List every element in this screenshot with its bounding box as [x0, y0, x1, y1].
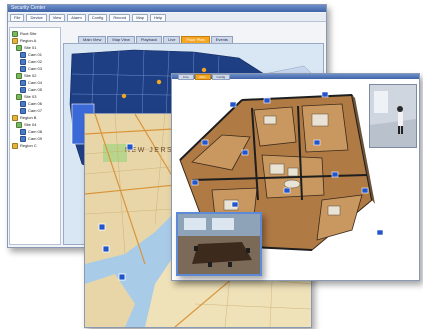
live-camera-feed	[370, 85, 416, 147]
toolbar-button-file[interactable]: File	[10, 14, 25, 22]
camera-icon	[20, 107, 26, 114]
camera-icon[interactable]	[201, 139, 209, 146]
site-icon	[16, 93, 22, 100]
tree-node-label: Site 01	[24, 45, 37, 50]
tree-node[interactable]: Cam 08	[12, 128, 58, 135]
tree-node-label: Cam 07	[28, 108, 43, 113]
tree-node-label: Site 02	[24, 73, 37, 78]
toolbar-button-record[interactable]: Record	[109, 14, 131, 22]
console-toolbar: File Device View Alarm Config Record Map Help	[8, 13, 326, 22]
toolbar-button-alarm[interactable]: Alarm	[67, 14, 86, 22]
site-icon	[12, 30, 18, 37]
console-title: Security Center	[8, 5, 326, 12]
tree-node[interactable]: Cam 05	[12, 86, 58, 93]
map-marker	[156, 79, 162, 85]
tree-node-label: Cam 03	[28, 66, 43, 71]
camera-icon[interactable]	[313, 139, 321, 146]
camera-icon[interactable]	[321, 91, 329, 98]
camera-icon[interactable]	[361, 187, 369, 194]
camera-marker	[102, 245, 110, 253]
camera-icon[interactable]	[331, 171, 339, 178]
canvas: { "back_window": { "title": "Security Ce…	[0, 0, 423, 329]
camera-icon[interactable]	[191, 179, 199, 186]
live-camera-panel[interactable]	[369, 84, 417, 148]
tree-node[interactable]: Cam 02	[12, 58, 58, 65]
tree-node-label: Cam 08	[28, 129, 43, 134]
tree-node-label: Site 03	[24, 94, 37, 99]
folder-icon	[12, 37, 18, 44]
tree-node[interactable]: Cam 07	[12, 107, 58, 114]
tree-node-label: Region A	[20, 38, 37, 43]
tree-node-label: Cam 05	[28, 87, 43, 92]
folder-icon	[12, 142, 18, 149]
camera-icon	[20, 100, 26, 107]
camera-icon	[20, 86, 26, 93]
camera-icon[interactable]	[231, 201, 239, 208]
camera-icon	[20, 51, 26, 58]
toolbar-button-device[interactable]: Device	[26, 14, 47, 22]
tree-node[interactable]: Region A	[12, 37, 58, 44]
tree-node[interactable]: Cam 04	[12, 79, 58, 86]
camera-marker	[126, 143, 134, 151]
video-window	[176, 212, 262, 276]
tree-node[interactable]: Cam 01	[12, 51, 58, 58]
toolbar-button-config[interactable]: Config	[87, 14, 108, 22]
tree-node-label: Site 04	[24, 122, 37, 127]
camera-icon	[20, 65, 26, 72]
tree-node[interactable]: Root Site	[12, 30, 58, 37]
camera-icon[interactable]	[229, 101, 237, 108]
map-marker	[201, 67, 207, 73]
tree-node-label: Cam 06	[28, 101, 43, 106]
tree-node[interactable]: Region B	[12, 114, 58, 121]
tree-node[interactable]: Cam 06	[12, 100, 58, 107]
camera-icon[interactable]	[376, 229, 384, 236]
tree-node-label: Cam 01	[28, 52, 43, 57]
tree-node-label: Root Site	[20, 31, 37, 36]
tree-node-label: Cam 04	[28, 80, 43, 85]
site-icon	[16, 121, 22, 128]
tree-node-label: Region C	[20, 143, 37, 148]
video-feed[interactable]	[178, 214, 260, 274]
tree-node-label: Region B	[20, 115, 37, 120]
camera-icon	[20, 58, 26, 65]
tree-node[interactable]: Site 01	[12, 44, 58, 51]
camera-icon	[20, 79, 26, 86]
camera-marker	[98, 223, 106, 231]
tree-node[interactable]: Site 02	[12, 72, 58, 79]
tree-node[interactable]: Site 03	[12, 93, 58, 100]
tree-node-label: Cam 02	[28, 59, 43, 64]
tree-node-label: Cam 09	[28, 136, 43, 141]
tree-node[interactable]: Cam 03	[12, 65, 58, 72]
site-icon	[16, 72, 22, 79]
camera-icon[interactable]	[283, 187, 291, 194]
tree-node[interactable]: Region C	[12, 142, 58, 149]
tree-node[interactable]: Site 04	[12, 121, 58, 128]
toolbar-button-help[interactable]: Help	[150, 14, 167, 22]
park-area	[103, 144, 127, 162]
camera-icon[interactable]	[241, 149, 249, 156]
folder-icon	[12, 114, 18, 121]
map-marker	[121, 93, 127, 99]
camera-icon	[20, 128, 26, 135]
toolbar-button-view[interactable]: View	[48, 14, 66, 22]
toolbar-button-map[interactable]: Map	[132, 14, 148, 22]
camera-icon	[20, 135, 26, 142]
camera-marker	[118, 273, 126, 281]
tree-node[interactable]: Cam 09	[12, 135, 58, 142]
device-tree[interactable]: Root Site Region A Site 01 Cam 01 Cam 02 Cam …	[9, 27, 61, 245]
camera-icon[interactable]	[263, 97, 271, 104]
site-icon	[16, 44, 22, 51]
